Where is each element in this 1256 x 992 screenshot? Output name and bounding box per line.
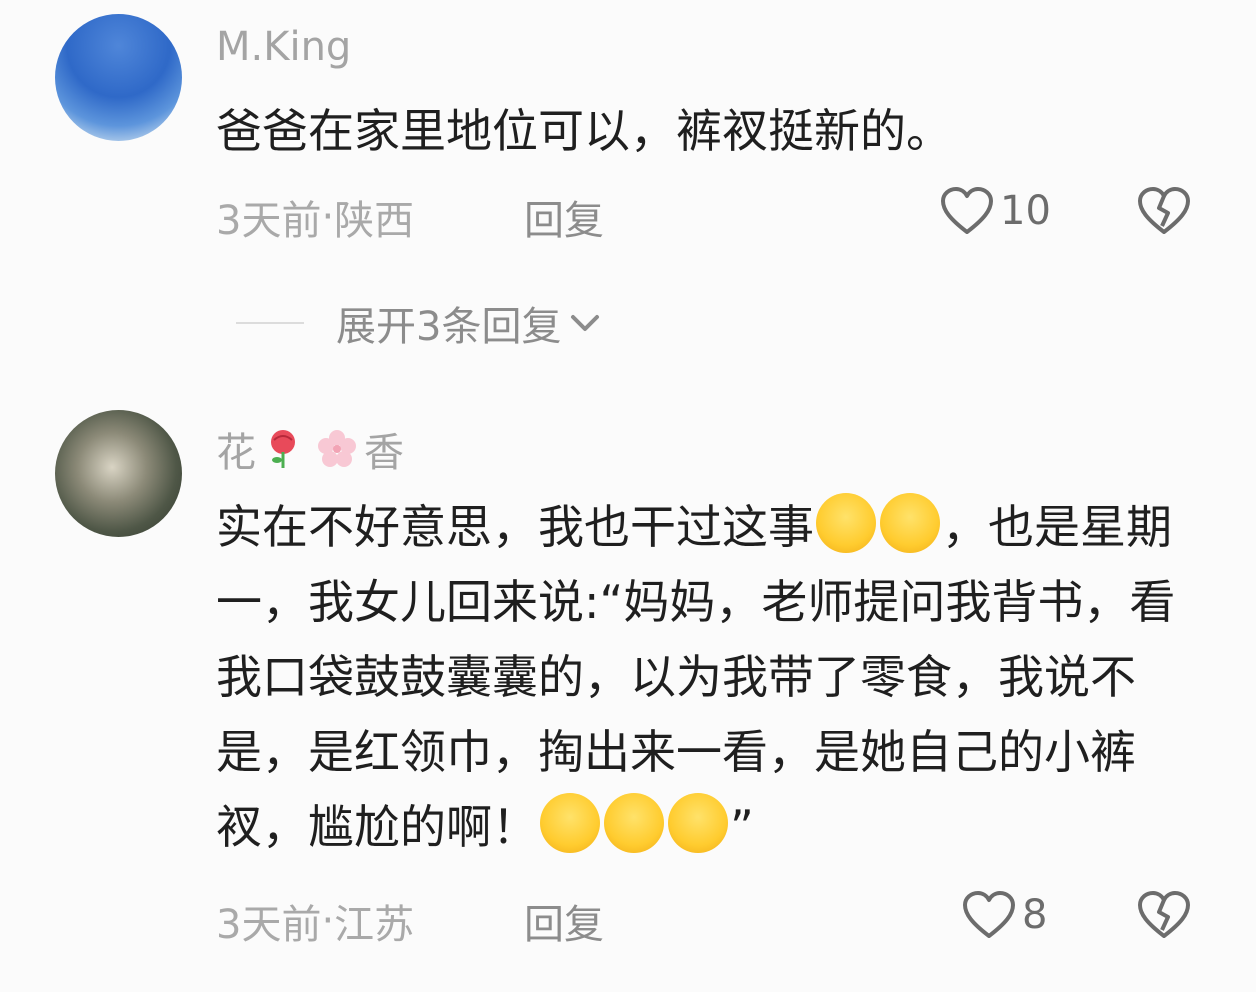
divider-line <box>236 322 304 324</box>
reply-button[interactable]: 回复 <box>524 892 604 950</box>
meta-separator: · <box>321 194 335 240</box>
comment-text: 爸爸在家里地位可以，裤衩挺新的。 <box>216 104 952 158</box>
comment-time: 3天前 <box>216 198 322 244</box>
comment-time: 3天前 <box>216 902 322 948</box>
rose-icon <box>271 430 295 468</box>
username[interactable]: M.King <box>216 24 351 70</box>
expand-replies-button[interactable]: 展开3条回复 <box>236 294 603 352</box>
comment-location: 江苏 <box>334 902 415 948</box>
heart-outline-icon <box>941 187 993 234</box>
avatar[interactable] <box>55 14 182 141</box>
text-part: 实在不好意思，我也干过这事 <box>216 500 814 554</box>
heart-outline-icon <box>963 891 1015 938</box>
comment-location: 陕西 <box>334 198 415 244</box>
chevron-down-icon <box>571 315 600 331</box>
text-part: ” <box>730 800 754 854</box>
dislike-button[interactable] <box>1137 890 1191 944</box>
dislike-button[interactable] <box>1137 186 1191 240</box>
rolling-laughing-emoji <box>816 493 876 553</box>
broken-heart-icon <box>1138 187 1190 234</box>
username-part: 香 <box>364 430 404 476</box>
username[interactable]: 花 香 <box>216 420 404 478</box>
avatar[interactable] <box>55 410 182 537</box>
comment-meta: 3天前 · 陕西 <box>216 188 414 246</box>
reply-button[interactable]: 回复 <box>524 188 604 246</box>
grinning-sweat-emoji <box>668 793 728 853</box>
like-count: 8 <box>1022 892 1048 938</box>
grinning-sweat-emoji <box>604 793 664 853</box>
cherry-blossom-icon <box>318 430 356 467</box>
comment-text: 实在不好意思，我也干过这事 ，也是星期一，我女儿回来说:“妈妈，老师提问我背书，看… <box>216 490 1216 865</box>
downcast-sweat-emoji <box>540 793 600 853</box>
meta-separator: · <box>321 898 335 944</box>
like-button[interactable]: 10 <box>940 186 1051 236</box>
rolling-laughing-emoji <box>880 493 940 553</box>
expand-label: 展开3条回复 <box>336 304 562 350</box>
like-button[interactable]: 8 <box>962 890 1047 940</box>
username-part: 花 <box>216 430 256 476</box>
comment-meta: 3天前 · 江苏 <box>216 892 414 950</box>
like-count: 10 <box>1000 188 1051 234</box>
broken-heart-icon <box>1138 891 1190 938</box>
